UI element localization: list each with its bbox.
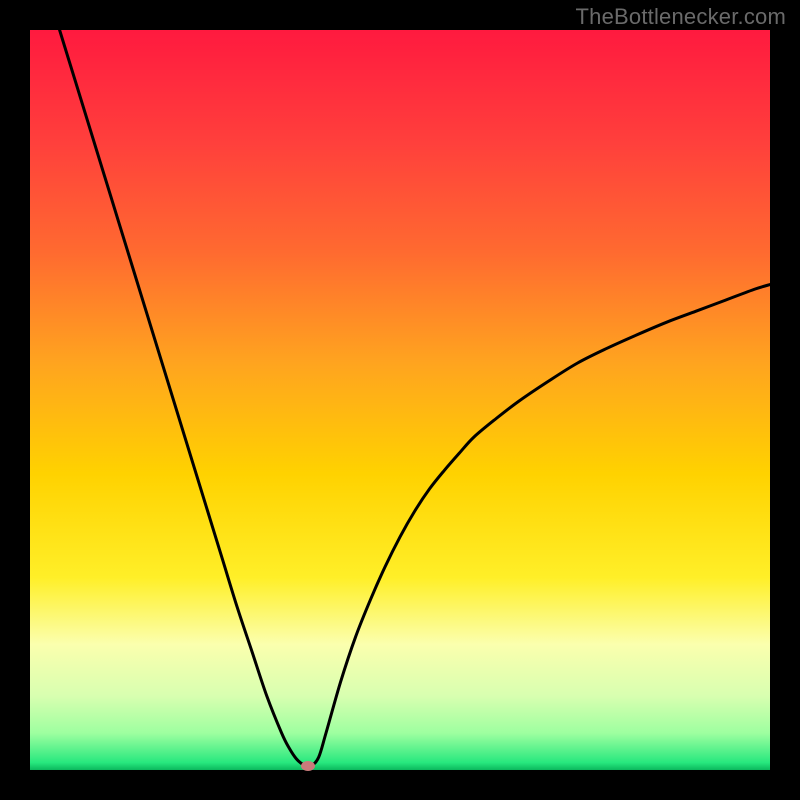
plot-area (30, 30, 770, 770)
optimum-marker (301, 761, 315, 771)
plot-frame (30, 30, 770, 770)
watermark-text: TheBottlenecker.com (576, 4, 786, 30)
chart-curve (30, 30, 770, 770)
